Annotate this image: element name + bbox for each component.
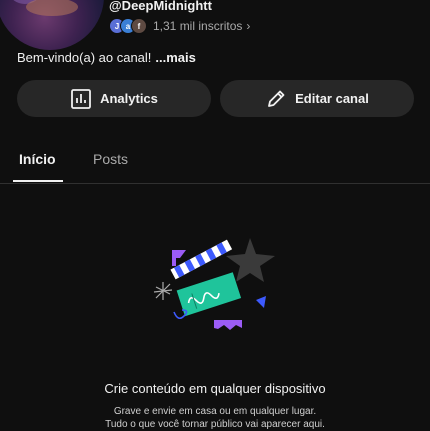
subscriber-avatar: f	[131, 18, 147, 34]
more-link[interactable]: ...mais	[155, 50, 195, 65]
empty-state-title: Crie conteúdo em qualquer dispositivo	[104, 381, 326, 396]
description-text: Bem-vindo(a) ao canal!	[17, 50, 152, 65]
channel-avatar[interactable]	[0, 0, 104, 50]
pencil-icon	[268, 90, 285, 107]
empty-state-line-1: Grave e envie em casa ou em qualquer lug…	[113, 406, 317, 417]
channel-tabs: Início Posts	[0, 143, 430, 184]
edit-channel-button[interactable]: Editar canal	[220, 80, 414, 117]
subscribers-link[interactable]: J a f 1,31 mil inscritos ›	[109, 17, 250, 35]
clapperboard-illustration	[153, 238, 275, 330]
analytics-label: Analytics	[100, 91, 158, 106]
tab-selected-indicator	[13, 180, 63, 182]
tab-inicio[interactable]: Início	[19, 151, 56, 167]
tab-posts[interactable]: Posts	[93, 151, 128, 167]
channel-description[interactable]: Bem-vindo(a) ao canal! ...mais	[17, 50, 196, 65]
edit-channel-label: Editar canal	[295, 91, 369, 106]
channel-handle: @DeepMidnightt	[109, 0, 212, 13]
chevron-right-icon: ›	[246, 19, 251, 33]
subscriber-count: 1,31 mil inscritos	[153, 19, 243, 33]
empty-state-line-2: Tudo o que você tornar público vai apare…	[105, 419, 325, 430]
analytics-button[interactable]: Analytics	[17, 80, 211, 117]
analytics-icon	[71, 88, 91, 109]
empty-state-subtitle: Grave e envie em casa ou em qualquer lug…	[0, 405, 430, 431]
